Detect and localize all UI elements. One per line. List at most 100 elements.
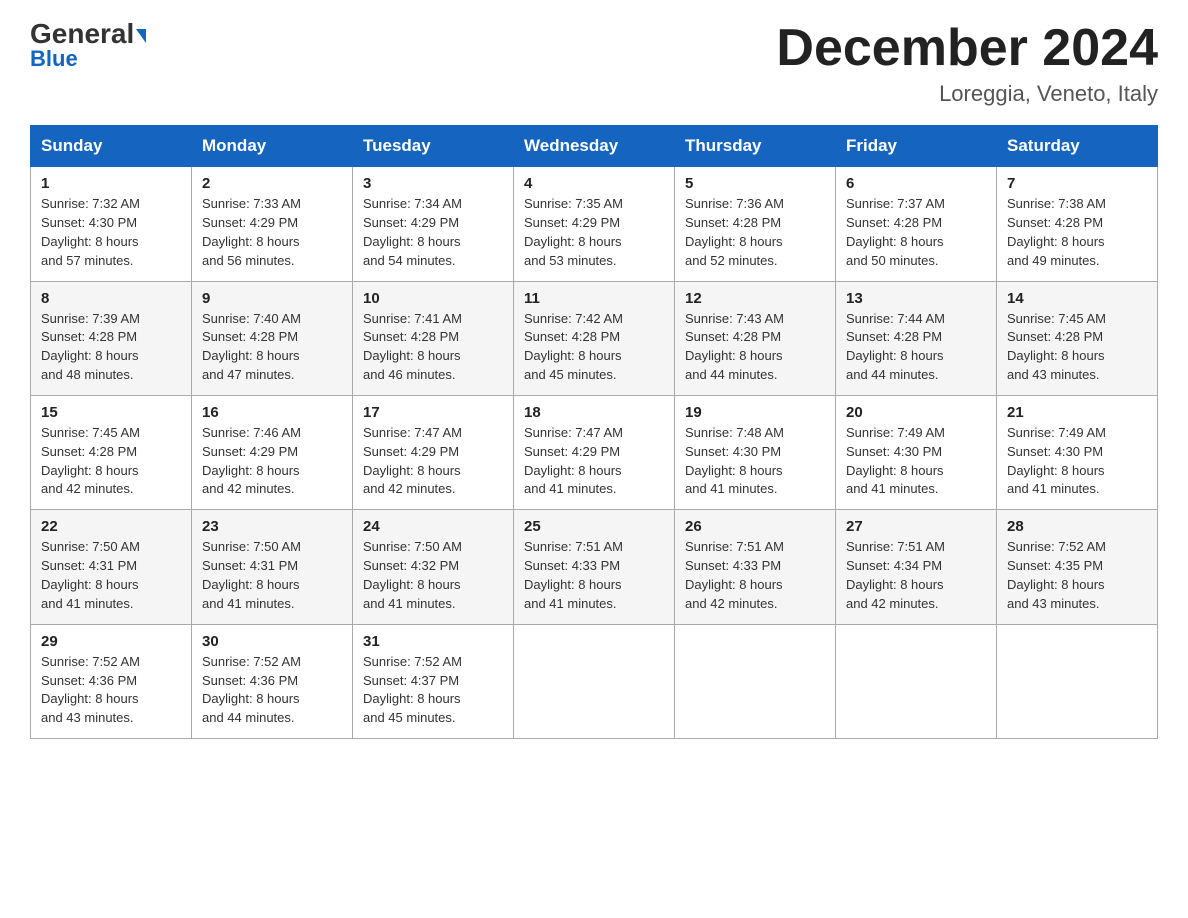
day-number: 7 [1007,175,1147,192]
day-number: 22 [41,518,181,535]
location-title: Loreggia, Veneto, Italy [776,81,1158,107]
day-number: 2 [202,175,342,192]
calendar-table: Sunday Monday Tuesday Wednesday Thursday… [30,125,1158,739]
header-sunday: Sunday [31,126,192,167]
day-number: 3 [363,175,503,192]
week-row-5: 29 Sunrise: 7:52 AMSunset: 4:36 PMDayligh… [31,624,1158,738]
day-info: Sunrise: 7:51 AMSunset: 4:34 PMDaylight:… [846,539,945,611]
header-tuesday: Tuesday [353,126,514,167]
day-number: 16 [202,404,342,421]
day-info: Sunrise: 7:46 AMSunset: 4:29 PMDaylight:… [202,425,301,497]
day-number: 17 [363,404,503,421]
calendar-day-cell: 5 Sunrise: 7:36 AMSunset: 4:28 PMDaylight… [675,167,836,281]
calendar-day-cell: 12Sunrise: 7:43 AMSunset: 4:28 PMDayligh… [675,281,836,395]
day-info: Sunrise: 7:35 AMSunset: 4:29 PMDaylight:… [524,196,623,268]
day-number: 14 [1007,290,1147,307]
day-info: Sunrise: 7:50 AMSunset: 4:32 PMDaylight:… [363,539,462,611]
day-number: 6 [846,175,986,192]
calendar-day-cell: 13Sunrise: 7:44 AMSunset: 4:28 PMDayligh… [836,281,997,395]
day-number: 25 [524,518,664,535]
day-number: 8 [41,290,181,307]
day-info: Sunrise: 7:33 AMSunset: 4:29 PMDaylight:… [202,196,301,268]
day-number: 23 [202,518,342,535]
week-row-2: 8 Sunrise: 7:39 AMSunset: 4:28 PMDaylight… [31,281,1158,395]
week-row-3: 15 Sunrise: 7:45 AMSunset: 4:28 PMDayligh… [31,395,1158,509]
calendar-day-cell: 23 Sunrise: 7:50 AMSunset: 4:31 PMDayligh… [192,510,353,624]
day-info: Sunrise: 7:52 AMSunset: 4:36 PMDaylight:… [202,654,301,726]
calendar-day-cell [675,624,836,738]
calendar-day-cell: 18Sunrise: 7:47 AMSunset: 4:29 PMDayligh… [514,395,675,509]
day-number: 5 [685,175,825,192]
day-number: 31 [363,633,503,650]
calendar-day-cell: 30Sunrise: 7:52 AMSunset: 4:36 PMDayligh… [192,624,353,738]
day-info: Sunrise: 7:34 AMSunset: 4:29 PMDaylight:… [363,196,462,268]
day-info: Sunrise: 7:45 AMSunset: 4:28 PMDaylight:… [41,425,140,497]
day-info: Sunrise: 7:51 AMSunset: 4:33 PMDaylight:… [524,539,623,611]
week-row-4: 22 Sunrise: 7:50 AMSunset: 4:31 PMDayligh… [31,510,1158,624]
day-info: Sunrise: 7:49 AMSunset: 4:30 PMDaylight:… [1007,425,1106,497]
day-number: 29 [41,633,181,650]
calendar-day-cell: 3 Sunrise: 7:34 AMSunset: 4:29 PMDaylight… [353,167,514,281]
weekday-header-row: Sunday Monday Tuesday Wednesday Thursday… [31,126,1158,167]
day-info: Sunrise: 7:50 AMSunset: 4:31 PMDaylight:… [202,539,301,611]
calendar-day-cell: 19 Sunrise: 7:48 AMSunset: 4:30 PMDayligh… [675,395,836,509]
calendar-day-cell: 8 Sunrise: 7:39 AMSunset: 4:28 PMDaylight… [31,281,192,395]
day-info: Sunrise: 7:42 AMSunset: 4:28 PMDaylight:… [524,311,623,383]
day-info: Sunrise: 7:47 AMSunset: 4:29 PMDaylight:… [524,425,623,497]
day-number: 15 [41,404,181,421]
day-info: Sunrise: 7:52 AMSunset: 4:37 PMDaylight:… [363,654,462,726]
calendar-day-cell: 1 Sunrise: 7:32 AMSunset: 4:30 PMDaylight… [31,167,192,281]
calendar-day-cell: 4 Sunrise: 7:35 AMSunset: 4:29 PMDaylight… [514,167,675,281]
day-number: 1 [41,175,181,192]
calendar-day-cell: 15 Sunrise: 7:45 AMSunset: 4:28 PMDayligh… [31,395,192,509]
calendar-day-cell: 6 Sunrise: 7:37 AMSunset: 4:28 PMDaylight… [836,167,997,281]
calendar-day-cell: 20Sunrise: 7:49 AMSunset: 4:30 PMDayligh… [836,395,997,509]
calendar-day-cell [836,624,997,738]
month-title: December 2024 [776,20,1158,77]
header-monday: Monday [192,126,353,167]
logo-blue: Blue [30,46,78,72]
day-info: Sunrise: 7:39 AMSunset: 4:28 PMDaylight:… [41,311,140,383]
day-info: Sunrise: 7:38 AMSunset: 4:28 PMDaylight:… [1007,196,1106,268]
day-number: 11 [524,290,664,307]
calendar-day-cell: 31 Sunrise: 7:52 AMSunset: 4:37 PMDayligh… [353,624,514,738]
day-info: Sunrise: 7:37 AMSunset: 4:28 PMDaylight:… [846,196,945,268]
day-number: 19 [685,404,825,421]
logo-general: General [30,20,146,48]
day-number: 20 [846,404,986,421]
calendar-day-cell: 21Sunrise: 7:49 AMSunset: 4:30 PMDayligh… [997,395,1158,509]
calendar-day-cell: 17 Sunrise: 7:47 AMSunset: 4:29 PMDayligh… [353,395,514,509]
calendar-day-cell: 22 Sunrise: 7:50 AMSunset: 4:31 PMDayligh… [31,510,192,624]
day-info: Sunrise: 7:52 AMSunset: 4:36 PMDaylight:… [41,654,140,726]
calendar-day-cell: 9Sunrise: 7:40 AMSunset: 4:28 PMDaylight… [192,281,353,395]
day-info: Sunrise: 7:48 AMSunset: 4:30 PMDaylight:… [685,425,784,497]
calendar-day-cell: 2 Sunrise: 7:33 AMSunset: 4:29 PMDaylight… [192,167,353,281]
day-info: Sunrise: 7:36 AMSunset: 4:28 PMDaylight:… [685,196,784,268]
page-header: General Blue December 2024 Loreggia, Ven… [30,20,1158,107]
calendar-day-cell [514,624,675,738]
day-info: Sunrise: 7:45 AMSunset: 4:28 PMDaylight:… [1007,311,1106,383]
day-number: 28 [1007,518,1147,535]
calendar-day-cell: 25 Sunrise: 7:51 AMSunset: 4:33 PMDayligh… [514,510,675,624]
day-number: 27 [846,518,986,535]
calendar-day-cell: 16 Sunrise: 7:46 AMSunset: 4:29 PMDayligh… [192,395,353,509]
calendar-day-cell: 26 Sunrise: 7:51 AMSunset: 4:33 PMDayligh… [675,510,836,624]
calendar-day-cell: 24Sunrise: 7:50 AMSunset: 4:32 PMDayligh… [353,510,514,624]
day-info: Sunrise: 7:32 AMSunset: 4:30 PMDaylight:… [41,196,140,268]
header-thursday: Thursday [675,126,836,167]
day-info: Sunrise: 7:50 AMSunset: 4:31 PMDaylight:… [41,539,140,611]
day-info: Sunrise: 7:51 AMSunset: 4:33 PMDaylight:… [685,539,784,611]
day-number: 10 [363,290,503,307]
calendar-day-cell: 10 Sunrise: 7:41 AMSunset: 4:28 PMDayligh… [353,281,514,395]
day-number: 13 [846,290,986,307]
calendar-day-cell: 28 Sunrise: 7:52 AMSunset: 4:35 PMDayligh… [997,510,1158,624]
day-number: 4 [524,175,664,192]
day-info: Sunrise: 7:52 AMSunset: 4:35 PMDaylight:… [1007,539,1106,611]
day-info: Sunrise: 7:40 AMSunset: 4:28 PMDaylight:… [202,311,301,383]
calendar-day-cell: 7 Sunrise: 7:38 AMSunset: 4:28 PMDaylight… [997,167,1158,281]
day-info: Sunrise: 7:47 AMSunset: 4:29 PMDaylight:… [363,425,462,497]
day-info: Sunrise: 7:41 AMSunset: 4:28 PMDaylight:… [363,311,462,383]
day-number: 26 [685,518,825,535]
header-saturday: Saturday [997,126,1158,167]
week-row-1: 1 Sunrise: 7:32 AMSunset: 4:30 PMDaylight… [31,167,1158,281]
